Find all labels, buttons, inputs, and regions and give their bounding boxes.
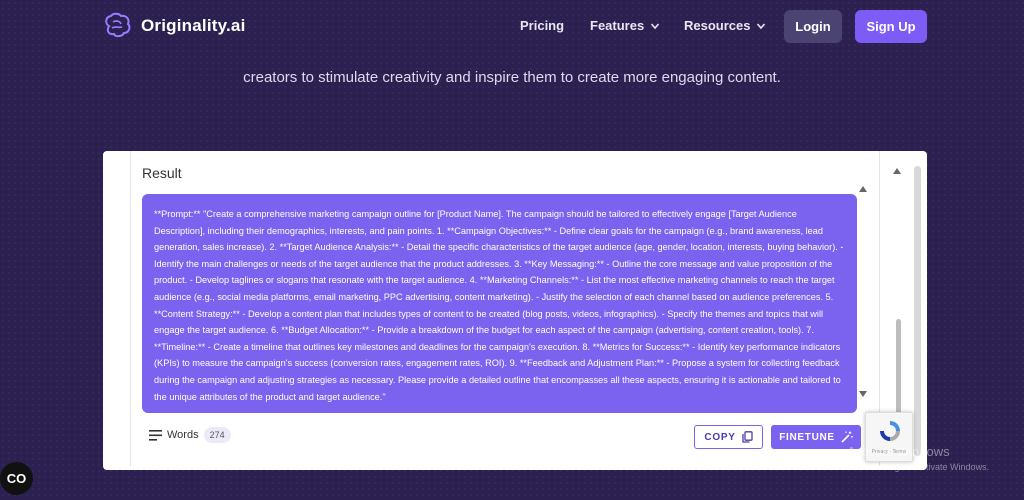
windows-activation-title: Activate Windows <box>847 444 950 459</box>
hero-description: creators to stimulate creativity and ins… <box>243 69 781 86</box>
chevron-down-icon <box>651 22 660 29</box>
windows-activation-subtitle: Go to Settings to activate Windows. <box>847 462 990 472</box>
top-nav: Originality.ai Pricing Features Resource… <box>0 0 1024 52</box>
login-button[interactable]: Login <box>784 10 842 43</box>
nav-pricing-label: Pricing <box>520 18 565 33</box>
result-text-box[interactable]: **Prompt:** "Create a comprehensive mark… <box>142 194 857 413</box>
finetune-label: FINETUNE <box>779 431 835 443</box>
word-counter: Words 274 <box>149 427 231 443</box>
word-count-badge: 274 <box>203 427 231 443</box>
nav-resources-dropdown[interactable]: Resources <box>684 18 766 33</box>
copy-button[interactable]: COPY <box>694 425 763 449</box>
chevron-down-icon <box>757 22 766 29</box>
scroll-up-arrow-icon[interactable] <box>859 186 867 192</box>
text-lines-icon <box>149 429 162 441</box>
scroll-down-arrow-icon[interactable] <box>859 391 867 397</box>
result-title: Result <box>142 165 182 181</box>
nav-features-dropdown[interactable]: Features <box>590 18 660 33</box>
magic-wand-icon <box>841 431 853 443</box>
copy-label: COPY <box>704 431 736 443</box>
outer-scrollbar-track[interactable] <box>914 166 921 456</box>
brand-logo-link[interactable]: Originality.ai <box>103 12 246 40</box>
signup-button[interactable]: Sign Up <box>855 10 927 43</box>
nav-pricing-link[interactable]: Pricing <box>520 18 564 33</box>
outer-scroll-up-arrow-icon[interactable] <box>893 168 901 174</box>
brand-name: Originality.ai <box>141 16 246 35</box>
recaptcha-icon <box>880 421 900 441</box>
nav-resources-label: Resources <box>684 18 751 33</box>
result-panel: Result **Prompt:** "Create a comprehensi… <box>103 151 927 470</box>
nav-features-label: Features <box>590 18 645 33</box>
brain-logo-icon <box>105 12 131 38</box>
words-label: Words <box>167 429 199 441</box>
copy-icon <box>741 431 753 443</box>
chat-widget-button[interactable]: CO <box>0 462 33 495</box>
